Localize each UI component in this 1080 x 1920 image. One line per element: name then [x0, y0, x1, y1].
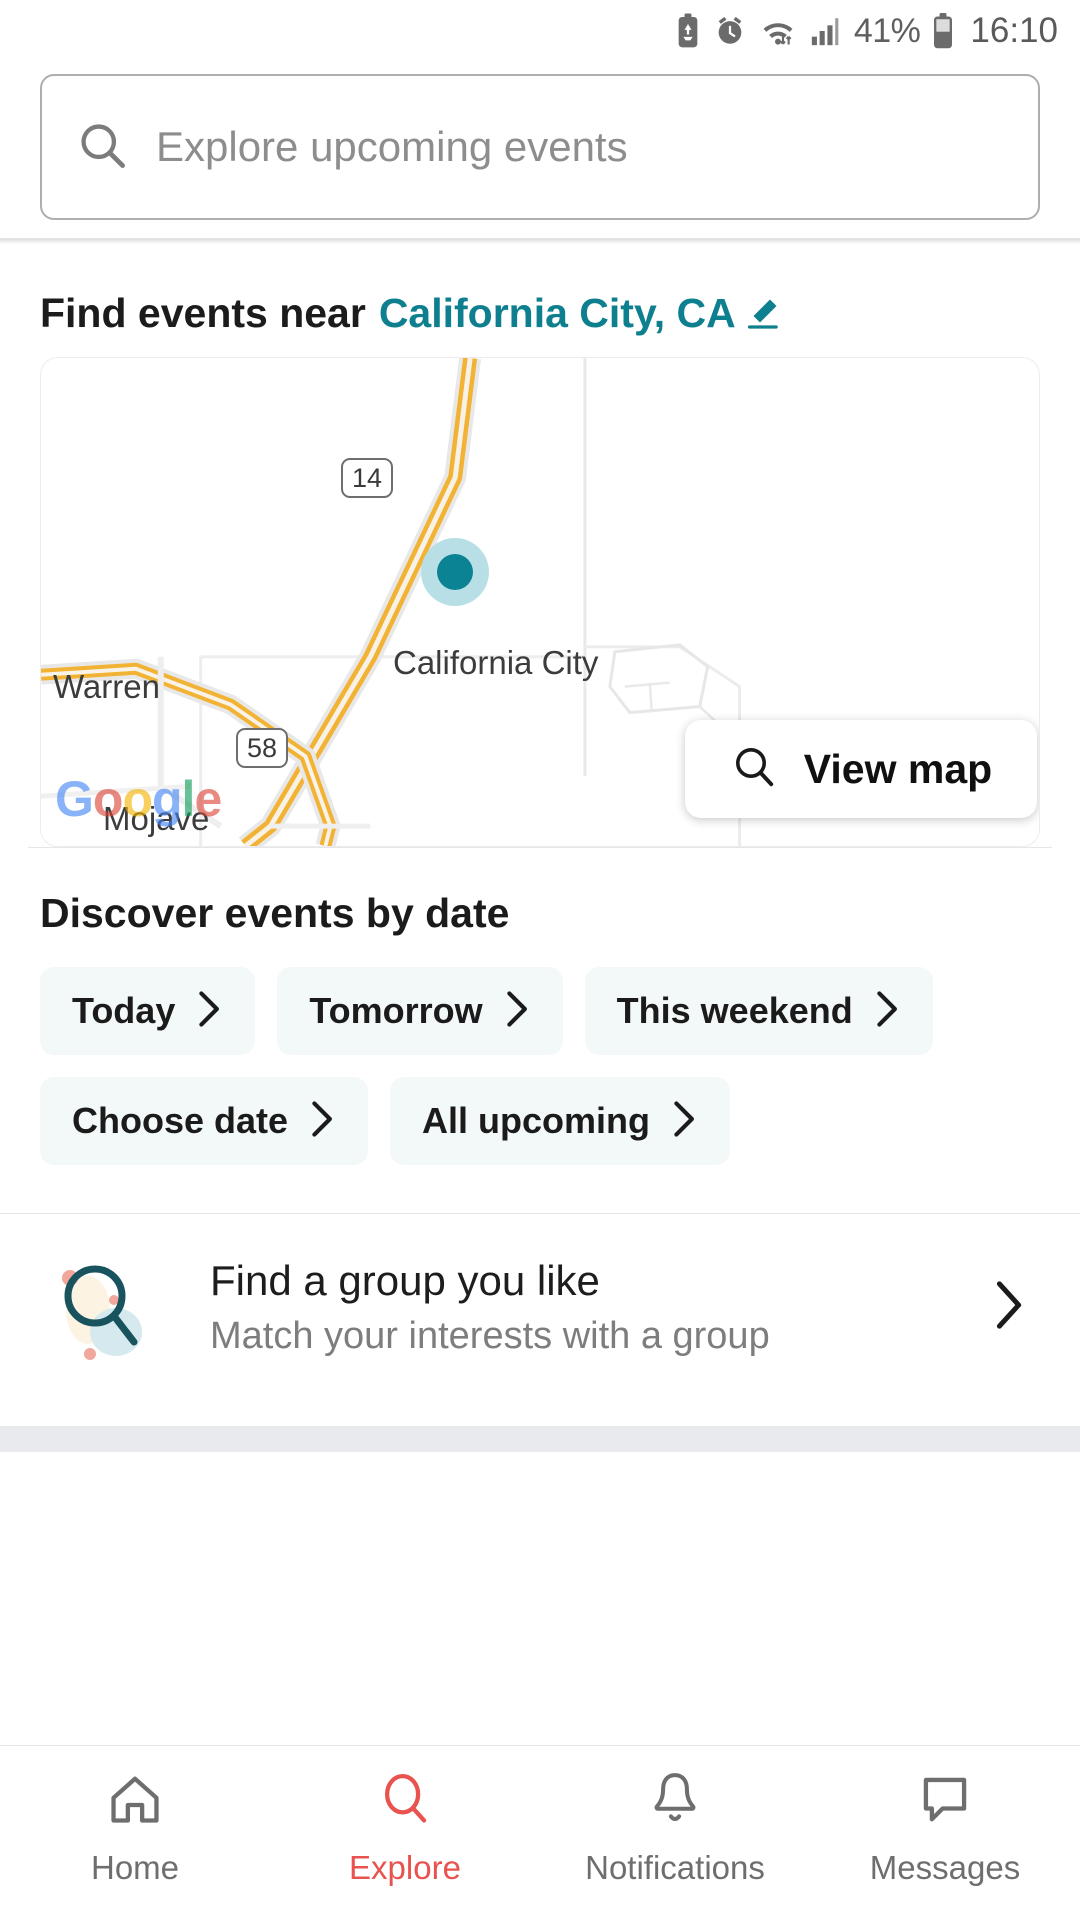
- chip-choose-date[interactable]: Choose date: [40, 1077, 368, 1165]
- nav-label-notifications: Notifications: [585, 1849, 765, 1887]
- map-label-california-city: California City: [393, 644, 598, 682]
- nav-item-explore[interactable]: Explore: [270, 1768, 540, 1887]
- google-attribution: Google: [55, 770, 221, 828]
- chip-label: This weekend: [617, 990, 853, 1032]
- chip-label: All upcoming: [422, 1100, 650, 1142]
- search-icon: [374, 1768, 436, 1835]
- chat-bubble-icon: [914, 1768, 976, 1835]
- wifi-icon: [758, 14, 798, 48]
- nav-label-home: Home: [91, 1849, 179, 1887]
- chip-all-upcoming[interactable]: All upcoming: [390, 1077, 730, 1165]
- chip-this-weekend[interactable]: This weekend: [585, 967, 933, 1055]
- chip-today[interactable]: Today: [40, 967, 255, 1055]
- search-icon: [76, 119, 128, 176]
- highway-shield-58: 58: [236, 728, 288, 768]
- app-screen: 41% 16:10 Explore upcoming events Find e…: [0, 0, 1080, 1920]
- chevron-right-icon: [505, 990, 531, 1033]
- find-group-row[interactable]: Find a group you like Match your interes…: [0, 1214, 1080, 1400]
- chip-label: Today: [72, 990, 175, 1032]
- find-events-near-row: Find events near California City, CA: [0, 244, 1080, 357]
- nav-label-messages: Messages: [870, 1849, 1020, 1887]
- alarm-icon: [713, 14, 747, 48]
- find-group-subtitle: Match your interests with a group: [210, 1315, 950, 1358]
- chip-label: Tomorrow: [309, 990, 482, 1032]
- view-map-button[interactable]: View map: [685, 720, 1037, 818]
- nav-item-home[interactable]: Home: [0, 1768, 270, 1887]
- status-bar: 41% 16:10: [0, 0, 1080, 62]
- nav-item-messages[interactable]: Messages: [810, 1768, 1080, 1887]
- map-label-warren: Warren: [53, 668, 160, 706]
- location-marker: [421, 538, 489, 606]
- bell-icon: [644, 1768, 706, 1835]
- search-input[interactable]: Explore upcoming events: [40, 74, 1040, 220]
- search-placeholder: Explore upcoming events: [156, 123, 628, 171]
- battery-saver-icon: [674, 13, 702, 49]
- chevron-right-icon: [875, 990, 901, 1033]
- nav-label-explore: Explore: [349, 1849, 461, 1887]
- find-group-title: Find a group you like: [210, 1257, 950, 1305]
- chevron-right-icon[interactable]: [992, 1280, 1040, 1335]
- magnifier-illustration: [50, 1248, 168, 1366]
- discover-title: Discover events by date: [0, 848, 1080, 967]
- location-marker-dot: [437, 554, 473, 590]
- content-bottom-gap: [0, 1452, 1080, 1514]
- highway-shield-14: 14: [341, 458, 393, 498]
- location-link[interactable]: California City, CA: [379, 290, 736, 337]
- search-icon: [730, 743, 778, 796]
- chevron-right-icon: [672, 1100, 698, 1143]
- signal-bars-icon: [809, 14, 843, 48]
- chevron-right-icon: [197, 990, 223, 1033]
- battery-percent: 41%: [854, 12, 921, 51]
- map-preview[interactable]: 14 58 California City Warren Mojave Aeri…: [40, 357, 1040, 847]
- view-map-label: View map: [804, 746, 992, 793]
- find-events-near-label: Find events near: [40, 290, 366, 337]
- battery-icon: [931, 13, 955, 49]
- clock-time: 16:10: [970, 11, 1058, 51]
- section-spacer-band: [0, 1426, 1080, 1452]
- find-group-text: Find a group you like Match your interes…: [210, 1257, 950, 1358]
- pencil-icon[interactable]: [742, 294, 782, 334]
- chip-label: Choose date: [72, 1100, 288, 1142]
- chip-tomorrow[interactable]: Tomorrow: [277, 967, 562, 1055]
- search-bar-container: Explore upcoming events: [0, 62, 1080, 220]
- home-icon: [104, 1768, 166, 1835]
- nav-item-notifications[interactable]: Notifications: [540, 1768, 810, 1887]
- bottom-navigation: Home Explore Notifications Messages: [0, 1745, 1080, 1920]
- chevron-right-icon: [310, 1100, 336, 1143]
- date-chip-group: Today Tomorrow This weekend Choose date …: [0, 967, 1080, 1165]
